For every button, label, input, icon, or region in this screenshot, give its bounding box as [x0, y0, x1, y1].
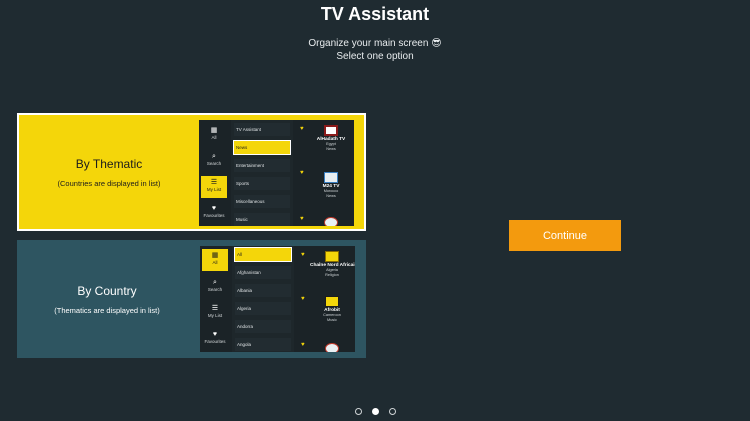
- instruction-text: Select one option: [336, 51, 414, 62]
- pagination-dots: [0, 403, 750, 421]
- channel-logo-icon: [324, 217, 338, 226]
- thematic-preview: ▦ All ⌕ Search ☰ My List ♥ Favourites TV Ass…: [199, 120, 354, 226]
- option-by-country[interactable]: By Country (Thematics are displayed in l…: [17, 240, 366, 358]
- list-item: Andorra: [235, 320, 291, 333]
- preview-nav: ▦ All ⌕ Search ☰ My List ♥ Favourites: [199, 120, 229, 226]
- heart-icon: ♥: [300, 216, 304, 222]
- nav-label: My List: [206, 187, 222, 192]
- preview-nav-search: ⌕ Search: [201, 150, 227, 172]
- nav-label: Favourites: [203, 213, 225, 218]
- channel-card: Afrobit Cameroon Music: [310, 296, 354, 323]
- list-item: Entertainment: [234, 159, 290, 172]
- option-description: (Thematics are displayed in list): [54, 305, 160, 315]
- channel-card: Chaîne Nord Africaine Algeria Religion: [310, 251, 355, 278]
- preview-hearts: ♥ ♥ ♥: [299, 246, 309, 352]
- list-icon: ☰: [211, 305, 219, 312]
- preview-nav-my-list: ☰ My List: [201, 176, 227, 198]
- channel-category: Music: [327, 318, 337, 322]
- heart-icon: ♥: [300, 126, 304, 132]
- heart-icon: ♥: [212, 331, 218, 338]
- page-title: TV Assistant: [320, 4, 430, 24]
- preview-channels: AlHadath TV Egypt News M24 TV Morocco Ne…: [309, 120, 353, 226]
- heart-icon: ♥: [301, 296, 305, 302]
- preview-nav-favourites: ♥ Favourites: [201, 202, 227, 224]
- preview-country-list: All Afghanistan Albania Algeria Andorra …: [232, 246, 294, 352]
- channel-logo-icon: [325, 296, 339, 307]
- list-item: Afghanistan: [235, 266, 291, 279]
- preview-hearts: ♥ ♥ ♥: [298, 120, 308, 226]
- nav-label: Search: [206, 161, 222, 166]
- country-preview: ▦ All ⌕ Search ☰ My List ♥ Favourites All Af…: [200, 246, 355, 352]
- preview-nav-favourites: ♥ Favourites: [202, 328, 228, 350]
- list-icon: ☰: [210, 179, 218, 186]
- list-item: All: [234, 247, 292, 262]
- preview-channels: Chaîne Nord Africaine Algeria Religion A…: [310, 246, 355, 352]
- channel-category: News: [326, 194, 336, 198]
- preview-nav-search: ⌕ Search: [202, 276, 228, 298]
- heart-icon: ♥: [301, 342, 305, 348]
- grid-icon: ▦: [210, 127, 218, 134]
- channel-card: AlHadath TV Egypt News: [309, 125, 353, 152]
- channel-card: [309, 217, 353, 226]
- preview-nav-my-list: ☰ My List: [202, 302, 228, 324]
- nav-label: All: [211, 135, 217, 140]
- list-item: Angola: [235, 338, 291, 351]
- channel-logo-icon: [325, 251, 339, 262]
- preview-nav-all: ▦ All: [202, 249, 228, 271]
- preview-nav-all: ▦ All: [201, 124, 227, 146]
- list-item: Albania: [235, 284, 291, 297]
- subtitle-text: Organize your main screen 😎: [308, 38, 442, 49]
- heart-icon: ♥: [301, 252, 305, 258]
- option-by-thematic[interactable]: By Thematic (Countries are displayed in …: [17, 113, 366, 231]
- nav-label: My List: [207, 313, 223, 318]
- channel-logo-icon: [325, 343, 339, 352]
- option-heading: By Thematic: [75, 156, 143, 171]
- channel-category: Religion: [325, 273, 339, 277]
- nav-label: All: [212, 260, 218, 265]
- channel-card: M24 TV Morocco News: [309, 172, 353, 199]
- preview-nav: ▦ All ⌕ Search ☰ My List ♥ Favourites: [200, 246, 230, 352]
- grid-icon: ▦: [211, 252, 219, 259]
- channel-category: News: [326, 147, 336, 151]
- preview-thematic-list: TV Assistant News Entertainment Sports M…: [231, 120, 293, 226]
- channel-logo-icon: [324, 125, 338, 136]
- list-item: TV Assistant: [234, 123, 290, 136]
- list-item: Algeria: [235, 302, 291, 315]
- option-heading: By Country: [77, 283, 137, 298]
- list-item: Sports: [234, 177, 290, 190]
- heart-icon: ♥: [211, 205, 217, 212]
- channel-logo-icon: [324, 172, 338, 183]
- nav-label: Search: [207, 287, 223, 292]
- search-icon: ⌕: [213, 279, 217, 286]
- list-item: Music: [234, 213, 290, 226]
- search-icon: ⌕: [212, 153, 216, 160]
- list-item: Miscellaneous: [234, 195, 290, 208]
- heart-icon: ♥: [300, 170, 304, 176]
- subtitle-block: Organize your main screen 😎 Select one o…: [0, 37, 750, 63]
- option-description: (Countries are displayed in list): [57, 178, 161, 188]
- nav-label: Favourites: [204, 339, 226, 344]
- channel-card: [310, 343, 354, 352]
- list-item: News: [233, 140, 291, 155]
- continue-button[interactable]: Continue: [509, 220, 621, 251]
